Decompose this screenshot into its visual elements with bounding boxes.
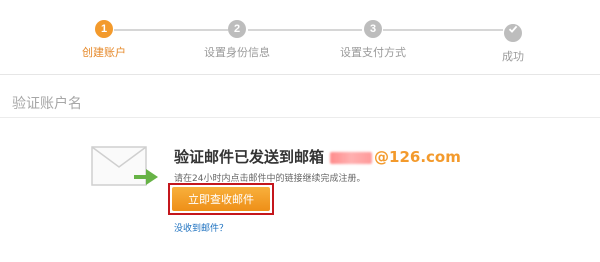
- resend-email-link[interactable]: 没收到邮件？: [174, 221, 228, 234]
- check-email-button[interactable]: 立即查收邮件: [172, 187, 270, 211]
- step-number-badge: 1: [95, 20, 113, 38]
- email-sent-headline: 验证邮件已发送到邮箱 @126.com: [174, 146, 461, 167]
- step-label: 成功: [502, 50, 524, 63]
- step-check-badge: [504, 24, 522, 42]
- redacted-email-username: [330, 151, 373, 164]
- headline-text: 验证邮件已发送到邮箱: [174, 148, 325, 166]
- progress-stepper: 1 创建账户 2 设置身份信息 3 设置支付方式 成功: [0, 0, 600, 74]
- email-domain: @126.com: [374, 148, 461, 166]
- resend-link-text[interactable]: 没收到邮件？: [174, 224, 228, 234]
- step-label: 创建账户: [82, 46, 126, 59]
- envelope-icon: [91, 146, 158, 186]
- step-identity-info: 2 设置身份信息: [177, 20, 297, 60]
- step-create-account: 1 创建账户: [44, 20, 164, 60]
- section-title: 验证账户名: [12, 96, 82, 112]
- step-payment-method: 3 设置支付方式: [313, 20, 433, 60]
- step-number-badge: 3: [364, 20, 382, 38]
- check-icon: [508, 25, 518, 33]
- step-number-badge: 2: [228, 20, 246, 38]
- step-success: 成功: [453, 20, 573, 64]
- step-label: 设置支付方式: [340, 46, 406, 59]
- section-divider: [0, 117, 600, 118]
- step-label: 设置身份信息: [204, 46, 270, 59]
- header-divider: [0, 74, 600, 75]
